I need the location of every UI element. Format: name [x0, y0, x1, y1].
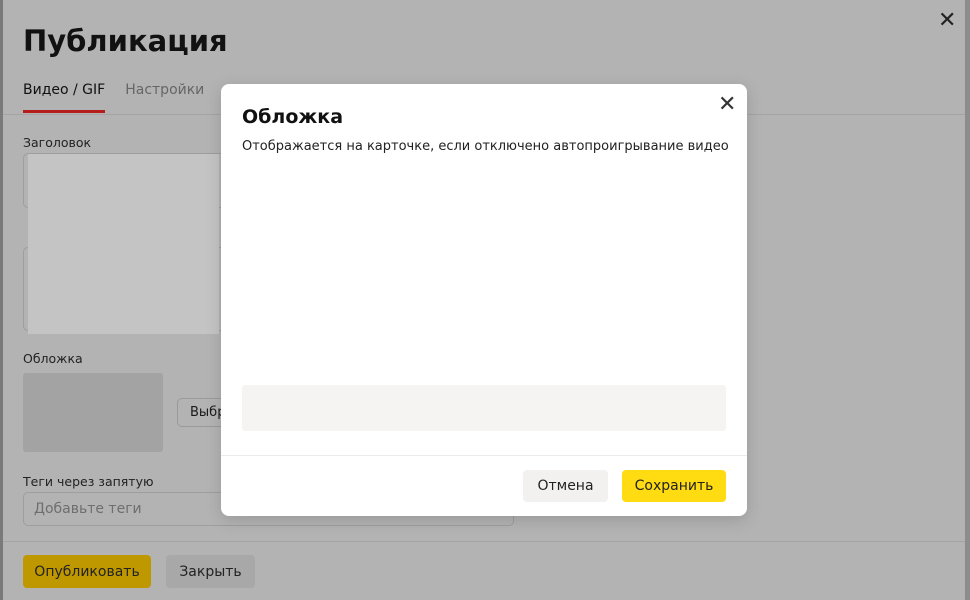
modal-divider — [221, 455, 747, 456]
tabs: Видео / GIF Настройки — [23, 82, 204, 113]
publish-button[interactable]: Опубликовать — [23, 555, 151, 588]
close-button[interactable]: Закрыть — [166, 555, 255, 588]
close-icon[interactable]: ✕ — [938, 8, 956, 33]
cover-modal: Обложка ✕ Отображается на карточке, если… — [221, 84, 747, 516]
cover-thumbnail[interactable] — [23, 373, 163, 452]
headline-label: Заголовок — [23, 135, 92, 150]
close-icon[interactable]: ✕ — [718, 92, 736, 117]
modal-subtitle: Отображается на карточке, если отключено… — [242, 139, 729, 154]
scrollbar[interactable] — [965, 0, 970, 600]
footer-divider — [3, 541, 965, 542]
save-button[interactable]: Сохранить — [622, 470, 726, 502]
page-title: Публикация — [23, 24, 228, 58]
modal-title: Обложка — [242, 106, 344, 128]
cover-frames-strip[interactable] — [242, 385, 726, 431]
preview-placeholder — [28, 154, 219, 334]
tab-video-gif[interactable]: Видео / GIF — [23, 82, 106, 113]
tags-label: Теги через запятую — [23, 474, 154, 489]
cover-label: Обложка — [23, 351, 83, 366]
cancel-button[interactable]: Отмена — [523, 470, 608, 502]
tab-settings[interactable]: Настройки — [125, 82, 204, 113]
